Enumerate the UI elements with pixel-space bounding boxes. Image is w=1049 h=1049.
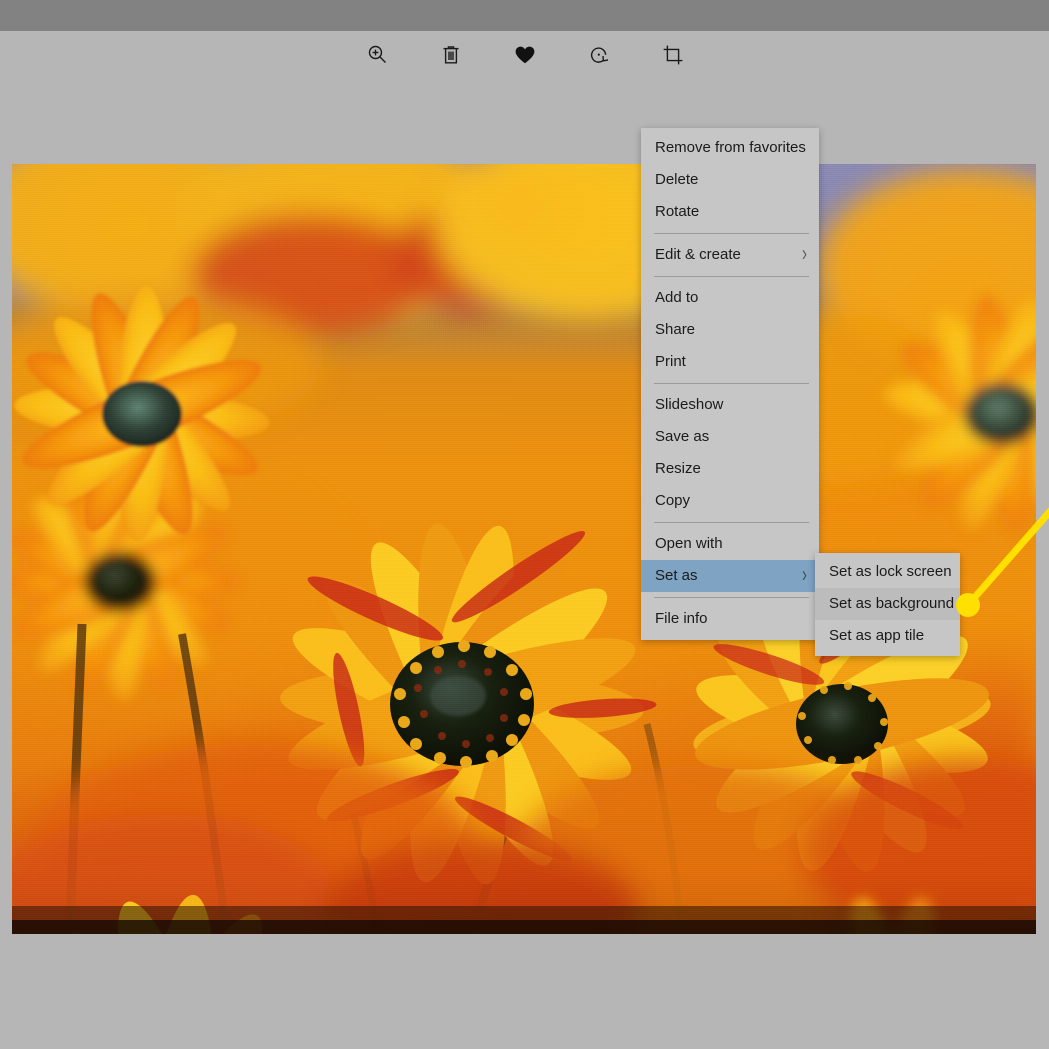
set-as-submenu: Set as lock screen Set as background Set… xyxy=(815,553,960,656)
menu-item-print[interactable]: Print xyxy=(641,346,819,378)
menu-separator xyxy=(654,276,809,277)
menu-item-label: Remove from favorites xyxy=(655,139,806,156)
menu-item-share[interactable]: Share xyxy=(641,314,819,346)
menu-item-open-with[interactable]: Open with xyxy=(641,528,819,560)
chevron-right-icon: › xyxy=(802,562,807,587)
menu-item-label: Save as xyxy=(655,428,710,445)
rotate-icon xyxy=(587,43,611,67)
submenu-item-label: Set as lock screen xyxy=(829,563,952,580)
photos-app-window: Remove from favorites Delete Rotate Edit… xyxy=(0,0,1049,1049)
photo-toolbar xyxy=(0,31,1049,79)
heart-icon xyxy=(513,43,537,67)
submenu-item-label: Set as app tile xyxy=(829,627,925,644)
crop-button[interactable] xyxy=(649,35,697,75)
menu-item-slideshow[interactable]: Slideshow xyxy=(641,389,819,421)
delete-icon xyxy=(439,43,463,67)
menu-item-label: Open with xyxy=(655,535,723,552)
menu-item-remove-from-favorites[interactable]: Remove from favorites xyxy=(641,132,819,164)
menu-item-label: Rotate xyxy=(655,203,700,220)
menu-item-copy[interactable]: Copy xyxy=(641,485,819,517)
flower-photo xyxy=(12,164,1036,934)
menu-item-label: Resize xyxy=(655,460,701,477)
menu-item-label: Add to xyxy=(655,289,699,306)
menu-item-edit-and-create[interactable]: Edit & create › xyxy=(641,239,819,271)
menu-item-set-as[interactable]: Set as › xyxy=(641,560,819,592)
menu-item-save-as[interactable]: Save as xyxy=(641,421,819,453)
favorite-button[interactable] xyxy=(501,35,549,75)
menu-item-resize[interactable]: Resize xyxy=(641,453,819,485)
menu-item-label: Share xyxy=(655,321,696,338)
submenu-item-set-as-app-tile[interactable]: Set as app tile xyxy=(815,620,960,652)
menu-separator xyxy=(654,383,809,384)
rotate-button[interactable] xyxy=(575,35,623,75)
context-menu: Remove from favorites Delete Rotate Edit… xyxy=(641,128,819,640)
menu-separator xyxy=(654,233,809,234)
zoom-in-icon xyxy=(365,43,389,67)
menu-item-label: Edit & create xyxy=(655,246,741,263)
menu-separator xyxy=(654,522,809,523)
crop-icon xyxy=(661,43,685,67)
menu-item-label: File info xyxy=(655,610,708,627)
menu-item-label: Set as xyxy=(655,567,698,584)
delete-button[interactable] xyxy=(427,35,475,75)
chevron-right-icon: › xyxy=(802,241,807,266)
submenu-item-set-as-background[interactable]: Set as background xyxy=(815,588,960,620)
photo-viewer[interactable] xyxy=(12,164,1036,934)
menu-item-file-info[interactable]: File info xyxy=(641,603,819,635)
menu-item-delete[interactable]: Delete xyxy=(641,164,819,196)
menu-item-rotate[interactable]: Rotate xyxy=(641,196,819,228)
menu-item-label: Print xyxy=(655,353,686,370)
submenu-item-set-as-lock-screen[interactable]: Set as lock screen xyxy=(815,556,960,588)
menu-separator xyxy=(654,597,809,598)
title-bar xyxy=(0,0,1049,31)
zoom-in-button[interactable] xyxy=(353,35,401,75)
submenu-item-label: Set as background xyxy=(829,595,955,612)
menu-item-label: Slideshow xyxy=(655,396,724,413)
menu-item-label: Copy xyxy=(655,492,691,509)
menu-item-label: Delete xyxy=(655,171,699,188)
menu-item-add-to[interactable]: Add to xyxy=(641,282,819,314)
